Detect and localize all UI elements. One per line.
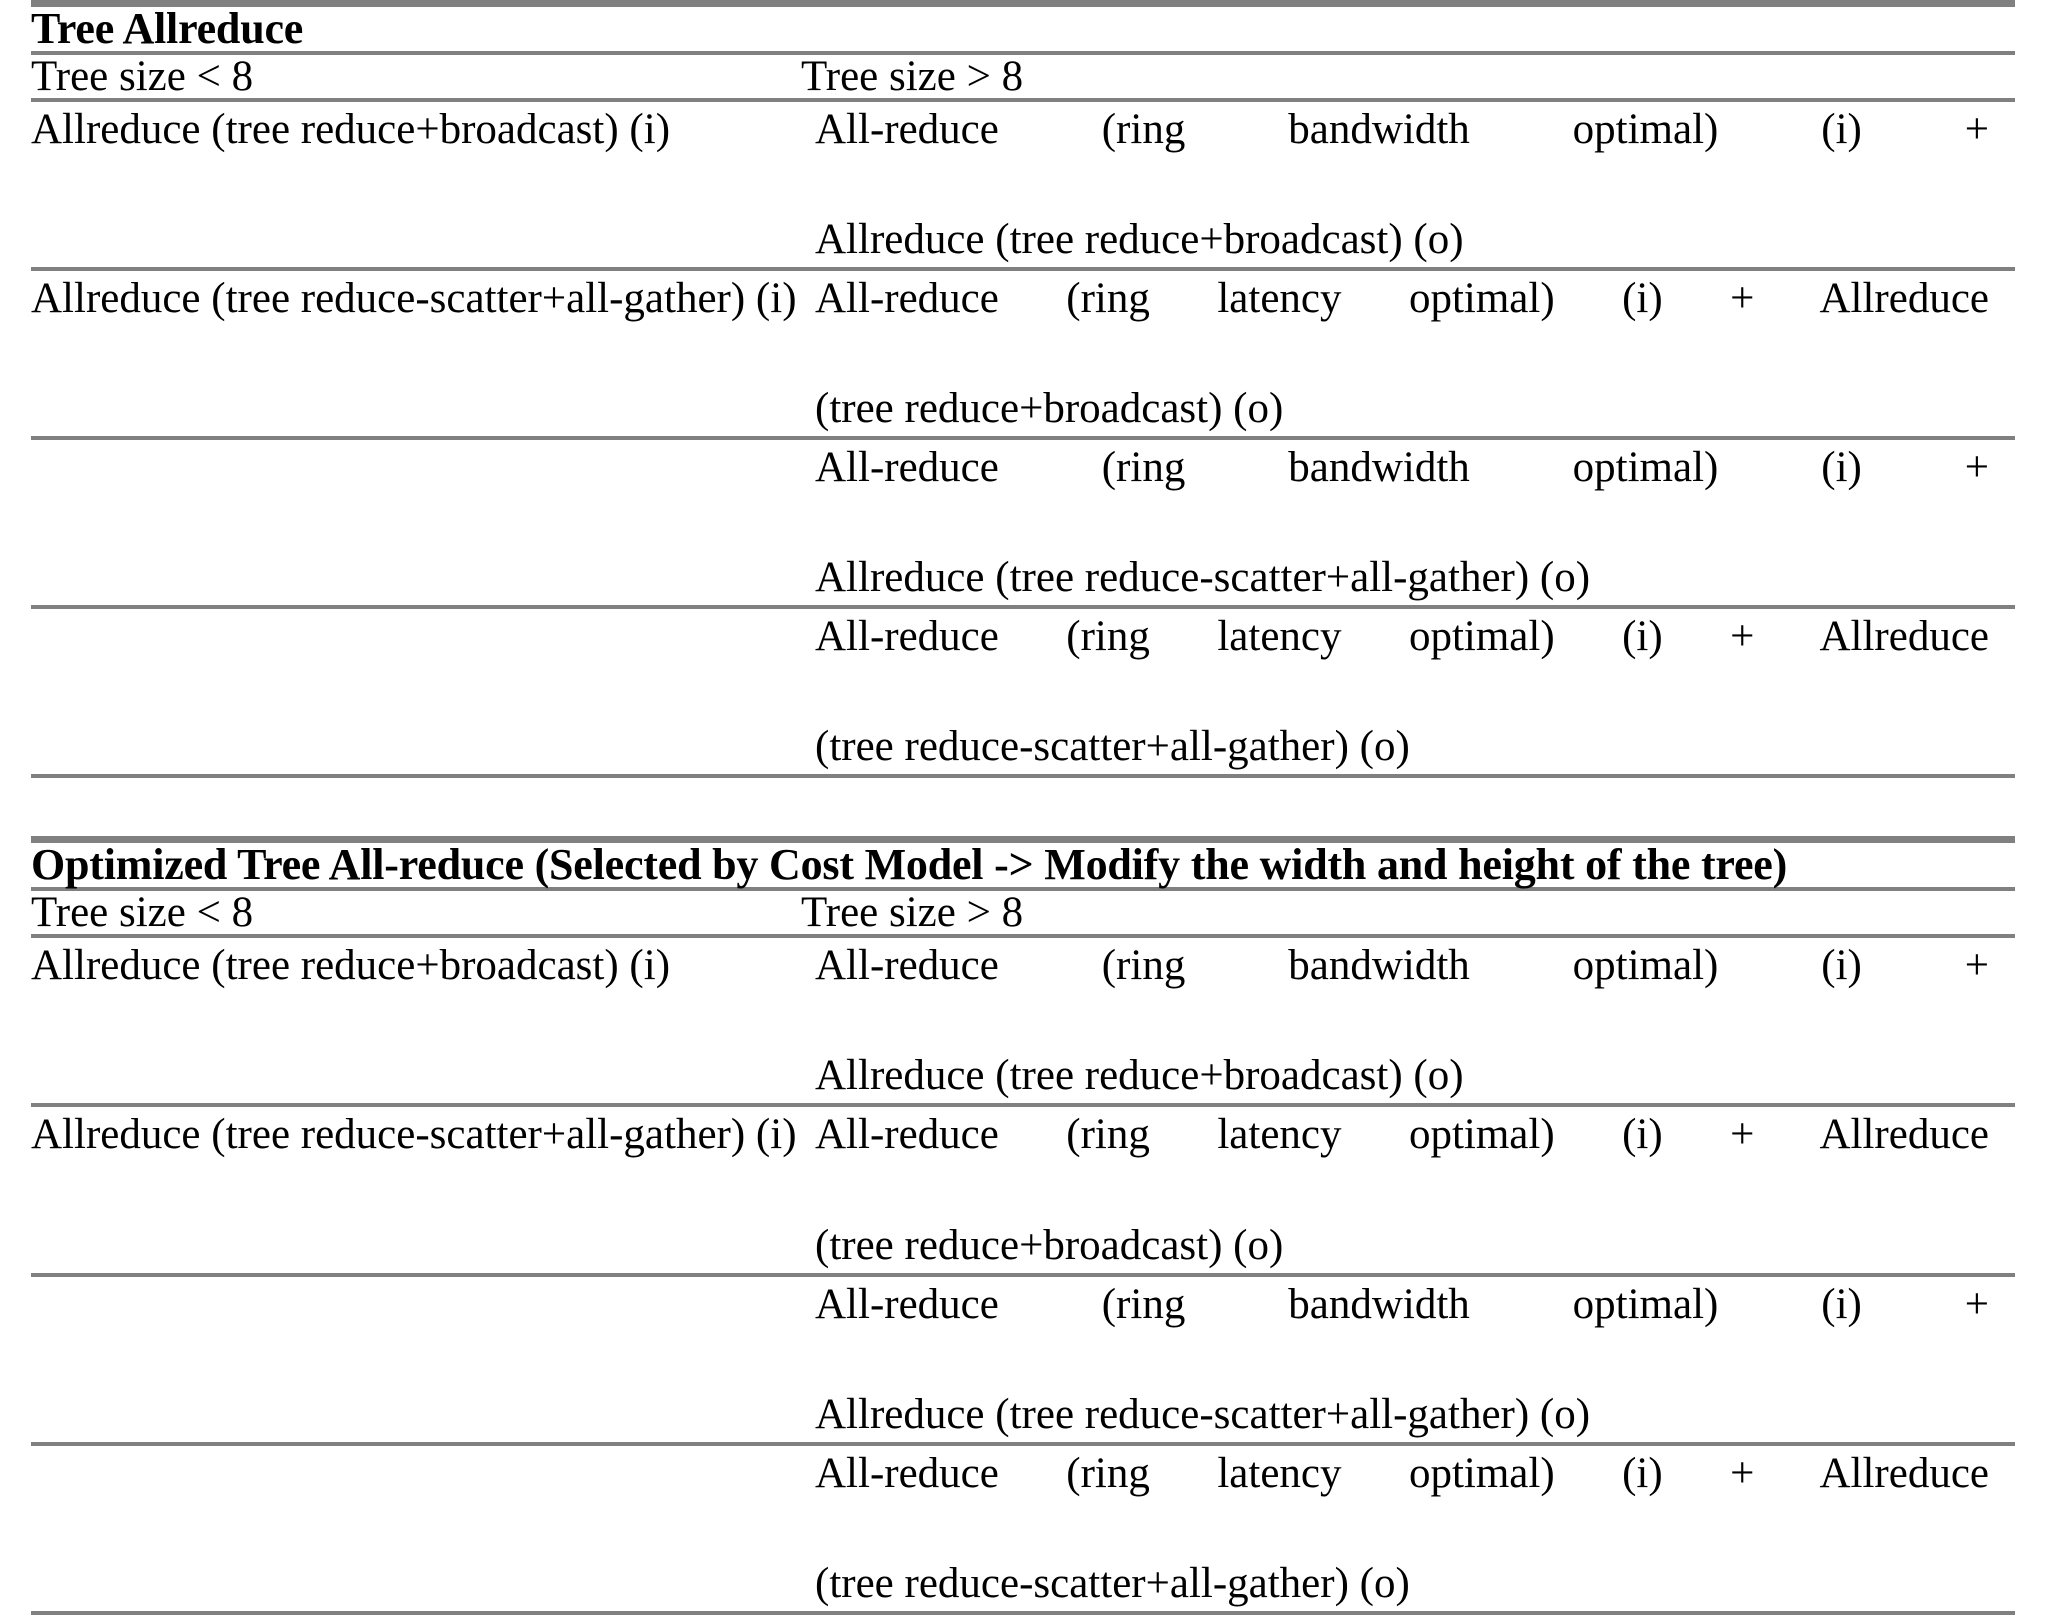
table-2-row-3-right-line1: All-reduce (ring latency optimal) (i) + … (815, 1449, 1989, 1497)
table-2-title-row: Optimized Tree All-reduce (Selected by C… (31, 843, 2015, 887)
table-1-title-row: Tree Allreduce (31, 7, 2015, 51)
table-1-row-0-left: Allreduce (tree reduce+broadcast) (i) (31, 97, 801, 270)
table-2-row-2-right-line1: All-reduce (ring bandwidth optimal) (i) … (815, 1280, 1989, 1328)
table-1-row-3-right: All-reduce (ring latency optimal) (i) + … (801, 605, 2015, 775)
table-2-row-0-right: All-reduce (ring bandwidth optimal) (i) … (801, 934, 2015, 1106)
table-2-title: Optimized Tree All-reduce (Selected by C… (31, 840, 1788, 890)
table-2: Optimized Tree All-reduce (Selected by C… (31, 843, 2015, 887)
table-1-row: Allreduce (tree reduce+broadcast) (i) Al… (31, 97, 2015, 270)
table-2-row-2-right: All-reduce (ring bandwidth optimal) (i) … (801, 1272, 2015, 1444)
table-2-row: Allreduce (tree reduce-scatter+all-gathe… (31, 1103, 2015, 1275)
table-1-top-rule (31, 0, 2015, 7)
table-2-row-2-right-line2: Allreduce (tree reduce-scatter+all-gathe… (815, 1390, 1591, 1438)
table-2-row-0-left: Allreduce (tree reduce+broadcast) (i) (31, 934, 801, 1106)
table-2-row-3-right-line2: (tree reduce-scatter+all-gather) (o) (815, 1559, 1410, 1607)
table-1-row-1-right: All-reduce (ring latency optimal) (i) + … (801, 267, 2015, 439)
table-2-row-1-left: Allreduce (tree reduce-scatter+all-gathe… (31, 1103, 801, 1275)
table-1-row: Allreduce (tree reduce-scatter+all-gathe… (31, 267, 2015, 439)
table-2-bottom-rule (31, 1610, 2015, 1615)
table-1: Tree Allreduce (31, 7, 2015, 51)
table-1-row-0-right-line1: All-reduce (ring bandwidth optimal) (i) … (815, 106, 1989, 153)
table-1-row: All-reduce (ring latency optimal) (i) + … (31, 605, 2015, 775)
table-1-row-0-right: All-reduce (ring bandwidth optimal) (i) … (801, 97, 2015, 270)
table-2-row-1-right-line2: (tree reduce+broadcast) (o) (815, 1221, 1284, 1269)
table-2-col-header-left: Tree size < 8 (31, 889, 254, 937)
table-1-row: All-reduce (ring bandwidth optimal) (i) … (31, 436, 2015, 608)
table-1-row-0-right-line2: Allreduce (tree reduce+broadcast) (o) (815, 216, 1464, 264)
table-1-row-2-right-line1: All-reduce (ring bandwidth optimal) (i) … (815, 444, 1989, 492)
table-1-header-row: Tree size < 8 Tree size > 8 (31, 55, 2015, 100)
table-1-title: Tree Allreduce (31, 4, 304, 53)
table-1-row-3-right-line1: All-reduce (ring latency optimal) (i) + … (815, 613, 1989, 661)
table-2-row-3-right: All-reduce (ring latency optimal) (i) + … (801, 1441, 2015, 1611)
table-2-row: All-reduce (ring bandwidth optimal) (i) … (31, 1272, 2015, 1444)
table-1-row-1-left: Allreduce (tree reduce-scatter+all-gathe… (31, 267, 801, 439)
table-2-row-2-left (31, 1272, 801, 1444)
table-1-col-header-left: Tree size < 8 (31, 53, 254, 100)
table-1-row-2-right-line2: Allreduce (tree reduce-scatter+all-gathe… (815, 554, 1591, 602)
table-2-row: Allreduce (tree reduce+broadcast) (i) Al… (31, 934, 2015, 1106)
table-separator-gap (31, 778, 2015, 836)
table-2-row-3-left (31, 1441, 801, 1611)
table-1-row-3-right-line2: (tree reduce-scatter+all-gather) (o) (815, 723, 1410, 771)
table-2-header-row: Tree size < 8 Tree size > 8 (31, 891, 2015, 936)
document-page: Tree Allreduce Tree size < 8 Tree size >… (0, 0, 2046, 1615)
table-1-row-3-left (31, 605, 801, 775)
table-1-col-header-right: Tree size > 8 (801, 53, 1024, 100)
table-2-row-1-right-line1: All-reduce (ring latency optimal) (i) + … (815, 1111, 1989, 1159)
table-1-row-1-right-line1: All-reduce (ring latency optimal) (i) + … (815, 275, 1989, 323)
table-1-row-2-left (31, 436, 801, 608)
table-2-row-0-right-line1: All-reduce (ring bandwidth optimal) (i) … (815, 942, 1989, 990)
table-1-row-2-right: All-reduce (ring bandwidth optimal) (i) … (801, 436, 2015, 608)
table-2-row-0-right-line2: Allreduce (tree reduce+broadcast) (o) (815, 1052, 1464, 1100)
table-2-col-header-right: Tree size > 8 (801, 889, 1024, 937)
table-2-body: Tree size < 8 Tree size > 8 Allreduce (t… (31, 891, 2015, 1611)
table-2-row: All-reduce (ring latency optimal) (i) + … (31, 1441, 2015, 1611)
table-1-body: Tree size < 8 Tree size > 8 Allreduce (t… (31, 55, 2015, 775)
table-1-row-1-right-line2: (tree reduce+broadcast) (o) (815, 385, 1284, 433)
table-2-row-1-right: All-reduce (ring latency optimal) (i) + … (801, 1103, 2015, 1275)
